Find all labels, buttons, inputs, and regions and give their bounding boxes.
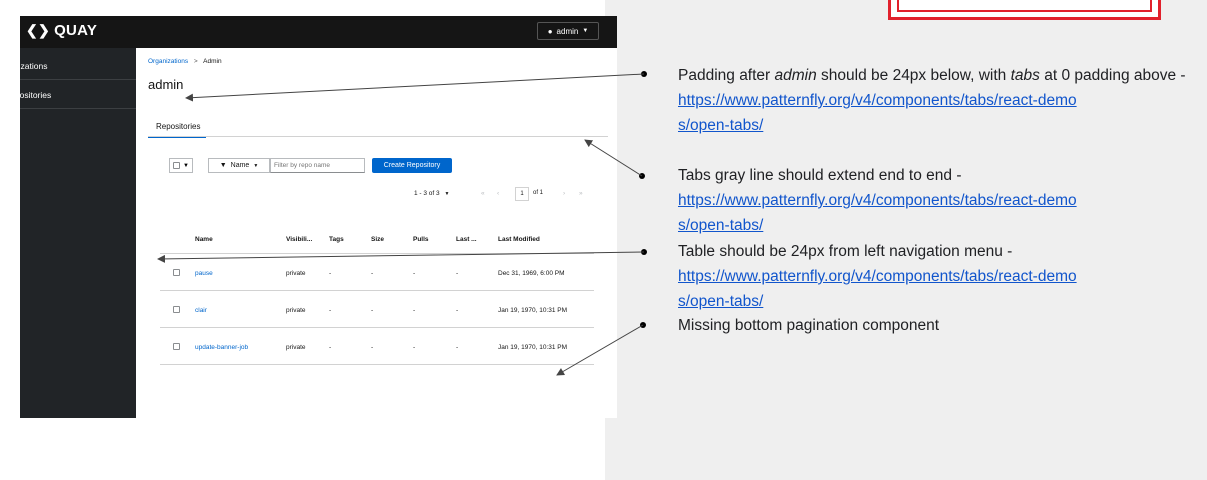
annotation-arrows: [157, 73, 645, 376]
arrow-table-offset: [157, 251, 645, 263]
arrow-pagination: [556, 324, 644, 376]
arrow-tabs-line: [584, 139, 643, 177]
arrow-padding: [185, 73, 645, 102]
